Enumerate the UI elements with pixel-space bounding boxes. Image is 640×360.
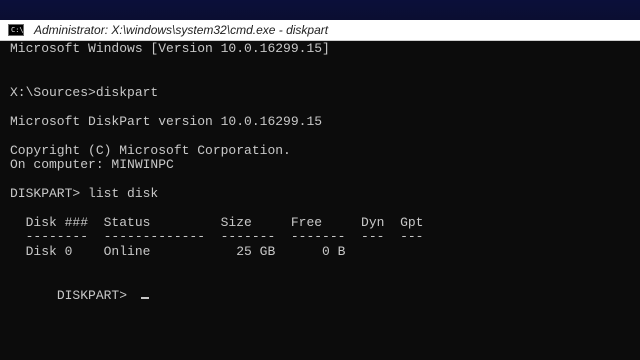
- disk-table-row: Disk 0 Online 25 GB 0 B: [10, 244, 346, 259]
- console-line: DISKPART> list disk: [10, 186, 159, 201]
- command-prompt[interactable]: DISKPART>: [10, 274, 149, 318]
- console-line: X:\Sources>diskpart: [10, 85, 159, 100]
- window-title: Administrator: X:\windows\system32\cmd.e…: [34, 23, 329, 37]
- console-line: Microsoft DiskPart version 10.0.16299.15: [10, 114, 323, 129]
- screen: C:\ Administrator: X:\windows\system32\c…: [0, 0, 640, 360]
- title-bar[interactable]: C:\ Administrator: X:\windows\system32\c…: [0, 20, 640, 40]
- disk-table-separator: -------- ------------- ------- ------- -…: [10, 229, 424, 244]
- text-cursor: [140, 296, 149, 299]
- cmd-icon: C:\: [8, 24, 24, 36]
- console-line: On computer: MINWINPC: [10, 157, 174, 172]
- prompt-text: DISKPART>: [56, 287, 135, 303]
- console-line: Microsoft Windows [Version 10.0.16299.15…: [10, 41, 330, 56]
- console-output[interactable]: Microsoft Windows [Version 10.0.16299.15…: [0, 40, 640, 360]
